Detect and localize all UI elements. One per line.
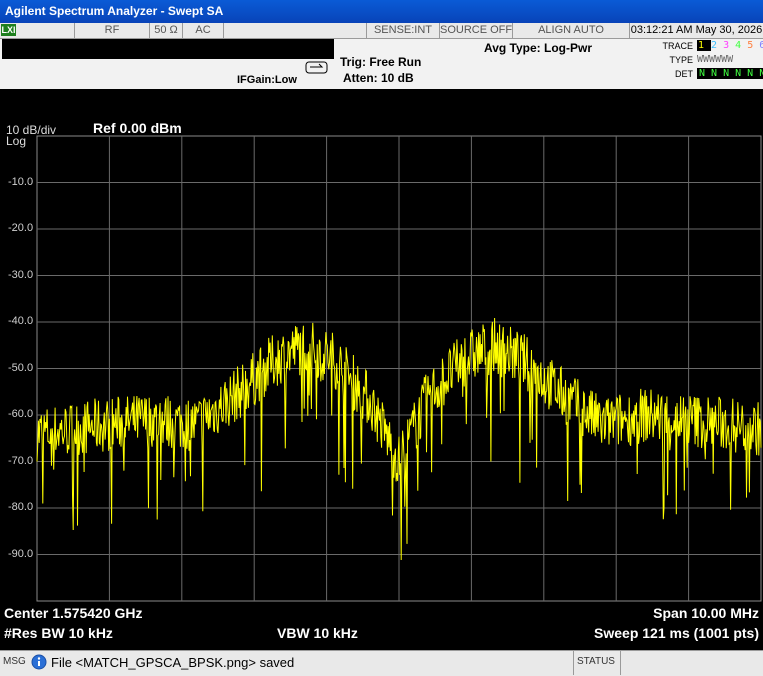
impedance-cell: 50 Ω xyxy=(150,23,183,38)
sense-cell: SENSE:INT xyxy=(367,23,440,38)
y-tick-label: -70.0 xyxy=(8,454,34,467)
settings-panel: Avg Type: Log-Pwr Trig: Free Run Atten: … xyxy=(0,39,763,89)
y-tick-label: -80.0 xyxy=(8,501,34,513)
status-tag: STATUS xyxy=(577,656,615,667)
datetime-cell: 03:12:21 AM May 30, 2026 xyxy=(630,23,763,38)
trace-number-1: 1 xyxy=(697,40,712,51)
lxi-logo-icon: LXI xyxy=(1,24,16,36)
date-text: May 30, 2026 xyxy=(695,24,763,36)
input-cell: RF xyxy=(75,23,150,38)
trace-label: TRACE xyxy=(662,41,693,51)
source-cell: SOURCE OFF xyxy=(440,23,513,38)
title-bar: Agilent Spectrum Analyzer - Swept SA xyxy=(0,0,763,23)
trace-panel: TRACE 1 2 3 4 5 6 TYPE WWWWWW DET N N N … xyxy=(625,39,763,89)
message-bar: MSG File <MATCH_GPSCA_BPSK.png> saved ST… xyxy=(0,650,763,676)
y-tick-label: -30.0 xyxy=(8,268,34,281)
spectrum-display: 10 dB/div Ref 0.00 dBm Log -10.0 -20.0 -30… xyxy=(0,89,763,649)
trace-number-6: 6 xyxy=(759,40,763,51)
spacer-cell xyxy=(224,23,367,38)
info-icon xyxy=(31,654,47,670)
ifgain-setting: IFGain:Low xyxy=(237,74,297,86)
trace-number-2: 2 xyxy=(711,40,724,51)
annotation-bar xyxy=(2,39,334,59)
status-row: LXI RF 50 Ω AC SENSE:INT SOURCE OFF ALIG… xyxy=(0,23,763,39)
type-label: TYPE xyxy=(669,55,693,65)
y-tick-label: -20.0 xyxy=(8,222,34,234)
det-values: N N N N N N xyxy=(697,68,763,79)
res-bw: #Res BW 10 kHz xyxy=(4,625,113,641)
align-cell: ALIGN AUTO xyxy=(513,23,630,38)
sweep: Sweep 121 ms (1001 pts) xyxy=(594,625,759,641)
lxi-cell: LXI xyxy=(0,23,75,38)
span: Span 10.00 MHz xyxy=(653,605,759,621)
y-tick-label: -90.0 xyxy=(8,547,34,560)
trace-number-4: 4 xyxy=(735,40,748,51)
status-section[interactable]: STATUS xyxy=(573,651,621,675)
y-tick-label: -40.0 xyxy=(8,315,34,327)
center-freq: Center 1.575420 GHz xyxy=(4,605,143,621)
coupling-cell: AC xyxy=(183,23,224,38)
avg-type: Avg Type: Log-Pwr xyxy=(484,41,592,55)
y-tick-label: -50.0 xyxy=(8,361,34,374)
time-text: 03:12:21 AM xyxy=(630,24,693,36)
window-title: Agilent Spectrum Analyzer - Swept SA xyxy=(5,4,224,18)
trace-numbers: 1 2 3 4 5 6 xyxy=(697,40,763,51)
trigger-arrow-icon xyxy=(305,61,328,74)
y-tick-label: -10.0 xyxy=(8,175,34,188)
det-label: DET xyxy=(675,69,693,79)
msg-tag: MSG xyxy=(3,656,26,667)
y-tick-label: -60.0 xyxy=(8,408,34,420)
trig-setting: Trig: Free Run xyxy=(340,55,422,69)
type-values: WWWWWW xyxy=(697,54,734,65)
vbw: VBW 10 kHz xyxy=(277,625,358,641)
msg-text: File <MATCH_GPSCA_BPSK.png> saved xyxy=(51,655,295,670)
trace-number-3: 3 xyxy=(723,40,736,51)
trace-number-5: 5 xyxy=(747,40,760,51)
atten-setting: Atten: 10 dB xyxy=(343,71,414,85)
spectrum-plot xyxy=(36,135,762,602)
